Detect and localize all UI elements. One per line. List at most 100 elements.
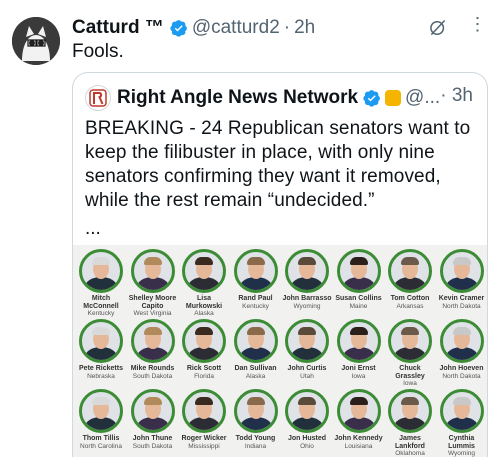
- senator-name: Chuck Grassley: [395, 365, 425, 380]
- senator-state: Indiana: [244, 442, 267, 450]
- senators-image[interactable]: Mitch McConnell Kentucky Shelley Moore Cap…: [73, 245, 488, 457]
- senator-name: Mitch McConnell: [83, 295, 119, 310]
- senator-card: Roger Wicker Mississippi: [178, 389, 230, 450]
- quote-author-handle[interactable]: @...: [405, 87, 440, 109]
- senator-card: Chuck Grassley Iowa: [384, 319, 436, 387]
- senator-card: Rand Paul Kentucky: [230, 249, 282, 310]
- senator-card: Mitch McConnell Kentucky: [75, 249, 127, 317]
- senator-name: Todd Young: [235, 435, 276, 442]
- senator-photo: [130, 389, 175, 433]
- senator-photo: [233, 389, 278, 433]
- senator-photo: [336, 249, 381, 293]
- senator-state: Oklahoma: [395, 450, 425, 457]
- senator-state: Ohio: [300, 442, 314, 450]
- author-name[interactable]: Catturd ™: [72, 17, 164, 39]
- grok-icon[interactable]: [428, 18, 448, 38]
- quote-author-name[interactable]: Right Angle News Network: [117, 87, 358, 109]
- senator-name: Thom Tillis: [82, 435, 120, 442]
- verified-badge-icon: [363, 90, 380, 107]
- quote-time[interactable]: · 3h: [440, 85, 473, 107]
- senator-photo: [79, 249, 123, 293]
- senator-state: Nebraska: [87, 372, 115, 380]
- senator-name: Pete Ricketts: [79, 365, 123, 372]
- senator-name: Tom Cotton: [390, 295, 430, 302]
- senator-photo: [439, 249, 484, 293]
- senator-card: John Kennedy Louisiana: [333, 389, 385, 450]
- senator-name: John Kennedy: [334, 435, 383, 442]
- senator-name: Cynthia Lummis: [448, 435, 475, 450]
- senator-photo: [182, 249, 226, 293]
- senator-photo: [439, 319, 484, 363]
- quote-avatar[interactable]: [85, 85, 111, 111]
- more-options-icon[interactable]: ⋮: [466, 15, 490, 39]
- right-angle-logo-icon: [89, 89, 107, 107]
- senator-state: Louisiana: [344, 442, 373, 450]
- quoted-tweet[interactable]: Right Angle News Network @... · 3h BREAK…: [72, 72, 488, 457]
- senator-photo: [182, 319, 226, 363]
- senator-state: Arkansas: [396, 302, 424, 310]
- senator-name: Kevin Cramer: [438, 295, 485, 302]
- senator-name: Susan Collins: [335, 295, 382, 302]
- quote-text: BREAKING - 24 Republican senators want t…: [85, 118, 471, 211]
- senator-photo: [336, 389, 381, 433]
- senator-card: Thom Tillis North Carolina: [75, 389, 127, 450]
- senator-state: Alaska: [245, 372, 266, 380]
- senator-card: Cynthia Lummis Wyoming: [436, 389, 488, 457]
- senator-state: Utah: [300, 372, 314, 380]
- senator-photo: [130, 319, 175, 363]
- senator-name: Rick Scott: [186, 365, 222, 372]
- senator-photo: [285, 389, 329, 433]
- senator-photo: [388, 249, 432, 293]
- tweet-time[interactable]: 2h: [294, 17, 315, 39]
- senator-name: Mike Rounds: [130, 365, 175, 372]
- separator-dot: ·: [283, 17, 291, 38]
- senator-name: Joni Ernst: [341, 365, 376, 372]
- senator-card: Rick Scott Florida: [178, 319, 230, 380]
- senator-name: John Barrasso: [282, 295, 332, 302]
- senator-state: Maine: [349, 302, 368, 310]
- senator-card: James Lankford Oklahoma: [384, 389, 436, 457]
- tweet-text: Fools.: [72, 41, 124, 62]
- senator-state: North Dakota: [442, 372, 481, 380]
- senator-photo: [388, 319, 432, 363]
- quote-ellipsis: ...: [85, 218, 101, 239]
- senator-photo: [182, 389, 226, 433]
- senator-card: Susan Collins Maine: [333, 249, 385, 310]
- senator-card: John Curtis Utah: [281, 319, 333, 380]
- senator-state: Mississippi: [188, 442, 220, 450]
- senator-card: John Thune South Dakota: [127, 389, 179, 450]
- senator-card: Pete Ricketts Nebraska: [75, 319, 127, 380]
- senator-name: Jon Husted: [287, 435, 327, 442]
- senator-card: Lisa Murkowski Alaska: [178, 249, 230, 317]
- verified-badge-icon: [170, 20, 187, 37]
- senator-name: Roger Wicker: [181, 435, 227, 442]
- senator-card: Jon Husted Ohio: [281, 389, 333, 450]
- senator-photo: [233, 319, 278, 363]
- senator-photo: [336, 319, 381, 363]
- senator-card: Todd Young Indiana: [230, 389, 282, 450]
- author-handle[interactable]: @catturd2: [192, 17, 280, 39]
- senator-photo: [285, 249, 329, 293]
- senator-card: John Barrasso Wyoming: [281, 249, 333, 310]
- affiliation-badge-icon: [385, 90, 402, 106]
- senator-state: Kentucky: [87, 310, 115, 317]
- quote-header: Right Angle News Network @...: [85, 85, 475, 111]
- senator-state: Alaska: [194, 310, 214, 317]
- senator-photo: [79, 319, 123, 363]
- senator-state: Florida: [194, 372, 214, 380]
- senator-name: Dan Sullivan: [234, 365, 277, 372]
- senator-photo: [285, 319, 329, 363]
- senator-photo: [233, 249, 278, 293]
- senator-card: Dan Sullivan Alaska: [230, 319, 282, 380]
- senator-state: West Virginia: [133, 310, 172, 317]
- senator-name: John Thune: [132, 435, 173, 442]
- avatar[interactable]: [12, 17, 60, 65]
- senator-name: John Hoeven: [439, 365, 484, 372]
- senator-name: John Curtis: [287, 365, 327, 372]
- tweet-header: Catturd ™ @catturd2 · 2h: [72, 16, 484, 40]
- senator-photo: [130, 249, 175, 293]
- senator-state: South Dakota: [132, 442, 173, 450]
- senator-card: Shelley Moore Capito West Virginia: [127, 249, 179, 317]
- senator-state: North Carolina: [80, 442, 122, 450]
- senator-state: Iowa: [403, 380, 417, 387]
